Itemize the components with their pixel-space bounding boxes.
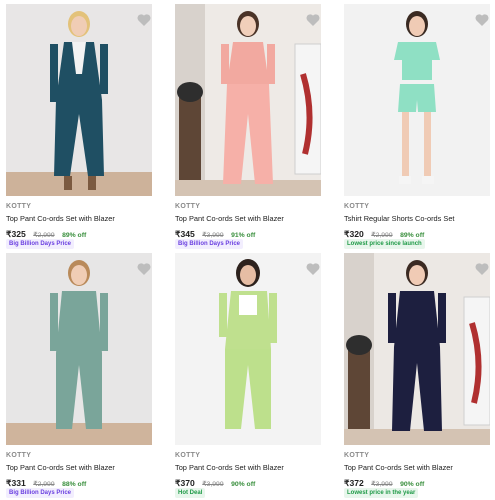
product-image[interactable] [175,4,321,196]
product-title[interactable]: Top Pant Co-ords Set with Blazer [175,214,284,223]
brand-name: KOTTY [175,203,201,210]
brand-name: KOTTY [175,452,201,459]
product-grid: KOTTY Top Pant Co-ords Set with Blazer ₹… [0,0,495,500]
brand-name: KOTTY [6,203,32,210]
price-row: ₹372 ₹3,999 90% off [344,473,425,488]
product-title[interactable]: Tshirt Regular Shorts Co-ords Set [344,214,455,223]
product-image[interactable] [344,4,490,196]
product-card[interactable]: KOTTY Top Pant Co-ords Set with Blazer ₹… [175,253,321,498]
heart-icon[interactable] [474,261,490,277]
product-title[interactable]: Top Pant Co-ords Set with Blazer [175,463,284,472]
original-price: ₹3,999 [371,481,393,488]
heart-icon[interactable] [474,12,490,28]
selling-price: ₹331 [6,478,26,488]
original-price: ₹2,999 [371,232,393,239]
discount-percent: 90% off [400,481,425,488]
discount-percent: 88% off [62,481,87,488]
original-price: ₹2,999 [33,481,55,488]
product-card[interactable]: KOTTY Top Pant Co-ords Set with Blazer ₹… [6,4,152,249]
selling-price: ₹320 [344,229,364,239]
product-image[interactable] [6,253,152,445]
brand-name: KOTTY [6,452,32,459]
deal-badge: Big Billion Days Price [6,239,75,249]
product-card[interactable]: KOTTY Top Pant Co-ords Set with Blazer ₹… [175,4,321,249]
product-card[interactable]: KOTTY Top Pant Co-ords Set with Blazer ₹… [6,253,152,498]
heart-icon[interactable] [136,12,152,28]
price-row: ₹331 ₹2,999 88% off [6,473,87,488]
deal-badge: Big Billion Days Price [175,239,244,249]
brand-name: KOTTY [344,452,370,459]
selling-price: ₹372 [344,478,364,488]
product-image[interactable] [175,253,321,445]
price-row: ₹325 ₹2,999 89% off [6,224,87,239]
product-image[interactable] [344,253,490,445]
selling-price: ₹325 [6,229,26,239]
discount-percent: 90% off [231,481,256,488]
discount-percent: 89% off [400,232,425,239]
brand-name: KOTTY [344,203,370,210]
discount-percent: 91% off [231,232,256,239]
discount-percent: 89% off [62,232,87,239]
price-row: ₹320 ₹2,999 89% off [344,224,425,239]
deal-badge: Lowest price in the year [344,488,419,498]
original-price: ₹2,999 [33,232,55,239]
heart-icon[interactable] [136,261,152,277]
original-price: ₹3,999 [202,481,224,488]
original-price: ₹3,999 [202,232,224,239]
product-title[interactable]: Top Pant Co-ords Set with Blazer [6,463,115,472]
product-title[interactable]: Top Pant Co-ords Set with Blazer [344,463,453,472]
product-title[interactable]: Top Pant Co-ords Set with Blazer [6,214,115,223]
heart-icon[interactable] [305,12,321,28]
deal-badge: Lowest price since launch [344,239,425,249]
product-card[interactable]: KOTTY Top Pant Co-ords Set with Blazer ₹… [344,253,490,498]
deal-badge: Big Billion Days Price [6,488,75,498]
product-card[interactable]: KOTTY Tshirt Regular Shorts Co-ords Set … [344,4,490,249]
deal-badge: Hot Deal [175,488,206,498]
selling-price: ₹370 [175,478,195,488]
price-row: ₹370 ₹3,999 90% off [175,473,256,488]
price-row: ₹345 ₹3,999 91% off [175,224,256,239]
heart-icon[interactable] [305,261,321,277]
selling-price: ₹345 [175,229,195,239]
product-image[interactable] [6,4,152,196]
